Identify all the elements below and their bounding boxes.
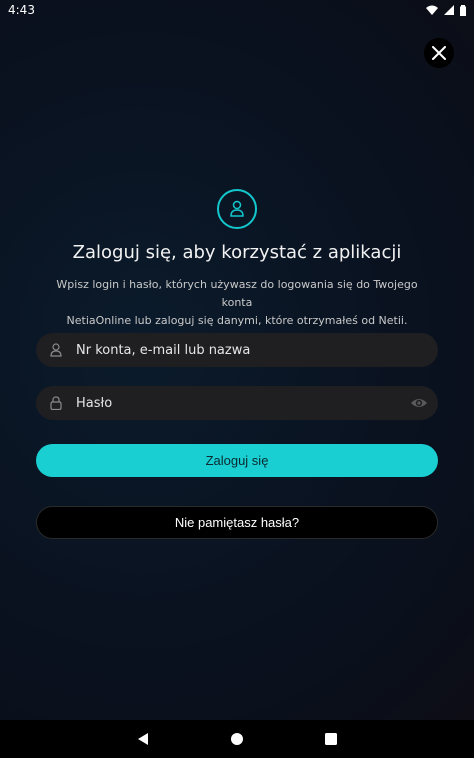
- username-input[interactable]: [74, 341, 378, 359]
- subtitle-line-2: NetiaOnline lub zaloguj się danymi, któr…: [66, 314, 408, 327]
- username-field[interactable]: [36, 333, 438, 367]
- lock-icon: [50, 396, 62, 410]
- wifi-icon: [426, 5, 438, 15]
- user-avatar: [217, 189, 257, 229]
- recents-icon[interactable]: [324, 732, 338, 746]
- password-field[interactable]: [36, 386, 438, 420]
- login-button[interactable]: Zaloguj się: [36, 444, 438, 477]
- signal-icon: [444, 5, 454, 15]
- home-icon[interactable]: [230, 732, 244, 746]
- user-outline-icon: [50, 343, 62, 357]
- password-input[interactable]: [74, 394, 378, 412]
- navigation-bar: [0, 720, 474, 758]
- back-icon[interactable]: [136, 732, 150, 746]
- close-icon: [432, 46, 446, 60]
- forgot-password-button[interactable]: Nie pamiętasz hasła?: [36, 506, 438, 539]
- eye-icon: [411, 399, 427, 407]
- status-icons: [426, 4, 466, 16]
- page-title: Zaloguj się, aby korzystać z aplikacji: [72, 242, 402, 263]
- show-password-toggle[interactable]: [410, 394, 428, 416]
- status-bar: 4:43: [0, 0, 474, 20]
- status-time: 4:43: [8, 3, 35, 17]
- close-button[interactable]: [424, 38, 454, 68]
- user-icon: [230, 200, 244, 217]
- battery-icon: [460, 4, 466, 16]
- page-subtitle: Wpisz login i hasło, których używasz do …: [40, 276, 434, 330]
- subtitle-line-1: Wpisz login i hasło, których używasz do …: [56, 278, 418, 309]
